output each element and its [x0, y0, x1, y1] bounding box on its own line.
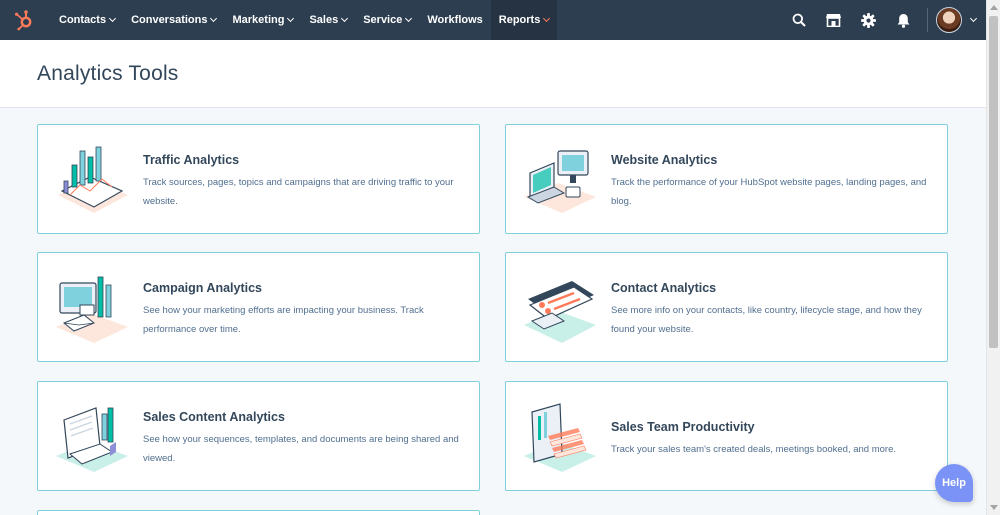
nav-item-conversations[interactable]: Conversations [123, 0, 224, 40]
card-title: Sales Team Productivity [611, 420, 755, 434]
nav-item-label: Contacts [59, 14, 107, 26]
traffic-analytics-illustration [58, 146, 128, 213]
user-avatar[interactable] [936, 7, 962, 33]
notifications-button[interactable] [886, 0, 921, 40]
card-title: Traffic Analytics [143, 153, 240, 167]
search-button[interactable] [781, 0, 816, 40]
website-analytics-illustration [524, 150, 596, 213]
chevron-down-icon [109, 14, 117, 23]
card-traffic-analytics[interactable]: Traffic Analytics Track sources, pages, … [37, 124, 480, 234]
chevron-down-icon [405, 14, 413, 23]
settings-button[interactable] [851, 0, 886, 40]
card-title: Contact Analytics [611, 281, 717, 295]
card-sales-team-productivity[interactable]: Sales Team Productivity Track your sales… [505, 381, 948, 491]
marketplace-icon [826, 14, 841, 27]
nav-item-workflows[interactable]: Workflows [419, 0, 490, 40]
scrollbar-thumb[interactable] [989, 16, 998, 348]
nav-item-label: Conversations [131, 14, 208, 26]
nav-item-service[interactable]: Service [355, 0, 419, 40]
nav-item-sales[interactable]: Sales [301, 0, 355, 40]
chevron-down-icon [543, 14, 551, 23]
card-title: Sales Content Analytics [143, 410, 285, 424]
sales-content-analytics-illustration [56, 407, 128, 472]
card-description: See more info on your contacts, like cou… [611, 305, 922, 335]
nav-item-label: Sales [309, 14, 339, 26]
top-navigation: Contacts Conversations Marketing Sales S… [0, 0, 986, 40]
hubspot-logo[interactable] [4, 0, 44, 40]
card-description: See how your marketing efforts are impac… [143, 305, 424, 335]
nav-item-reports[interactable]: Reports [490, 0, 558, 40]
contact-analytics-illustration [524, 281, 596, 343]
nav-item-label: Service [363, 14, 403, 26]
help-button[interactable]: Help [935, 464, 973, 502]
chevron-down-icon[interactable] [969, 14, 978, 23]
chevron-down-icon [287, 14, 295, 23]
page-title: Analytics Tools [37, 62, 179, 85]
card-partial[interactable] [37, 510, 480, 515]
card-website-analytics[interactable]: Website Analytics Track the performance … [505, 124, 948, 234]
campaign-analytics-illustration [56, 276, 128, 343]
nav-item-contacts[interactable]: Contacts [51, 0, 123, 40]
card-campaign-analytics[interactable]: Campaign Analytics See how your marketin… [37, 252, 480, 362]
search-icon [792, 13, 806, 27]
card-contact-analytics[interactable]: Contact Analytics See more info on your … [505, 252, 948, 362]
nav-item-label: Reports [498, 14, 541, 26]
card-description: See how your sequences, templates, and d… [143, 434, 459, 464]
page-header: Analytics Tools [0, 40, 986, 108]
card-sales-content-analytics[interactable]: Sales Content Analytics See how your seq… [37, 381, 480, 491]
marketplace-button[interactable] [816, 0, 851, 40]
card-description: Track the performance of your HubSpot we… [611, 177, 927, 207]
nav-item-label: Workflows [427, 14, 483, 26]
card-description: Track sources, pages, topics and campaig… [143, 177, 454, 207]
hubspot-sprocket-icon [15, 10, 32, 31]
scroll-up-arrow-icon[interactable] [990, 5, 998, 10]
chevron-down-icon [341, 14, 349, 23]
settings-gear-icon [861, 12, 876, 28]
card-title: Campaign Analytics [143, 281, 263, 295]
card-description: Track your sales team's created deals, m… [611, 444, 897, 455]
chevron-down-icon [210, 14, 218, 23]
nav-item-label: Marketing [232, 14, 285, 26]
vertical-scrollbar[interactable] [986, 0, 1000, 515]
sales-team-productivity-illustration [524, 403, 596, 472]
nav-divider [927, 8, 928, 32]
notifications-bell-icon [897, 13, 910, 28]
nav-item-marketing[interactable]: Marketing [224, 0, 301, 40]
scroll-down-arrow-icon[interactable] [990, 505, 998, 510]
card-title: Website Analytics [611, 153, 718, 167]
